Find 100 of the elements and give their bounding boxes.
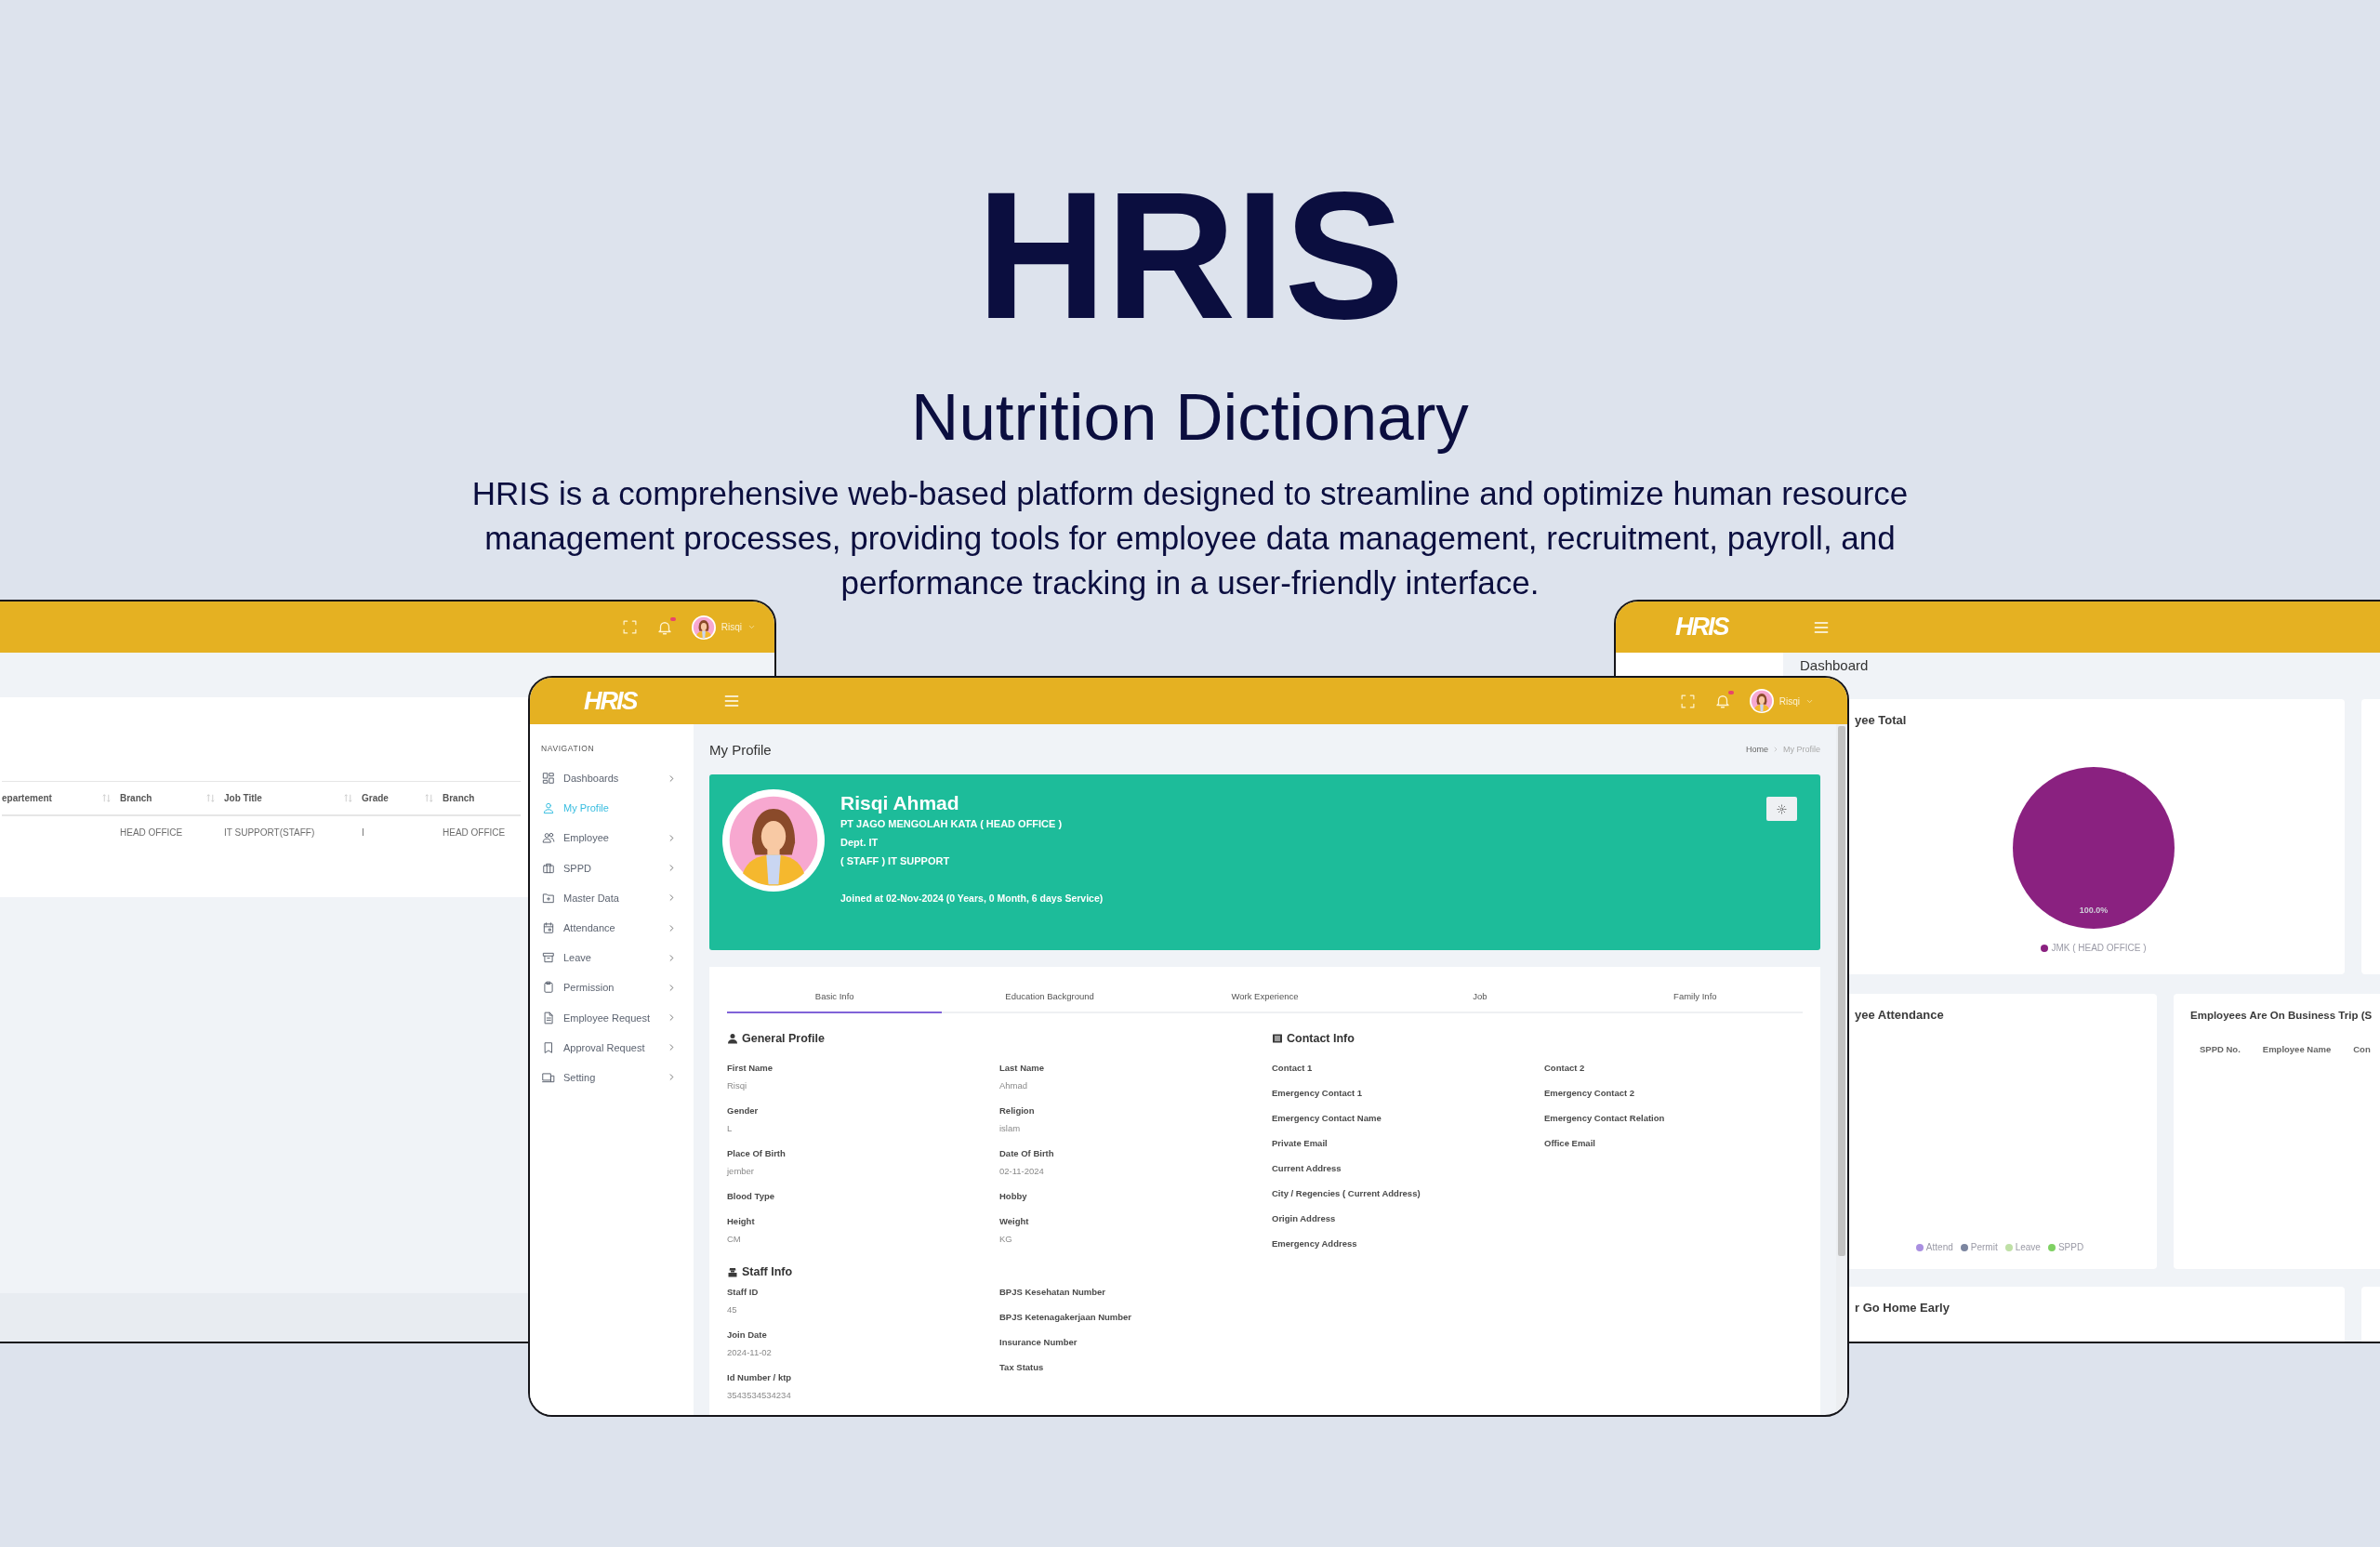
column-label: Job Title xyxy=(224,792,262,803)
section-title: General Profile xyxy=(742,1031,825,1047)
table-cell: I xyxy=(360,814,441,849)
field-label: Weight xyxy=(999,1215,1030,1228)
nav-item[interactable]: Employee Request xyxy=(539,1002,677,1033)
card-title: yee Total xyxy=(1855,712,1908,729)
nav-heading: NAVIGATION xyxy=(541,743,596,754)
field-value: 2024-11-02 xyxy=(727,1346,773,1359)
user-name: Risqi xyxy=(721,622,742,632)
column-header[interactable]: Job Title xyxy=(222,781,360,815)
profile-name: Risqi Ahmad xyxy=(840,792,960,814)
logo: HRIS xyxy=(584,688,637,714)
hero-title: HRIS xyxy=(976,165,1404,346)
nav-item[interactable]: Employee xyxy=(539,823,677,853)
nav-item[interactable]: Attendance xyxy=(539,912,677,944)
field-value: Ahmad xyxy=(999,1079,1029,1092)
column-header: Con xyxy=(2353,1044,2371,1054)
section-title: Staff Info xyxy=(742,1264,793,1280)
column-header: Employee Name xyxy=(2262,1044,2332,1054)
archive-icon xyxy=(542,951,555,965)
nav-item[interactable]: SPPD xyxy=(539,853,677,883)
page-title: My Profile xyxy=(709,741,772,758)
logo: HRIS xyxy=(1675,615,1728,640)
settings-button[interactable] xyxy=(1766,797,1797,821)
person-icon xyxy=(727,1033,738,1044)
column-header[interactable]: Grade xyxy=(360,781,441,815)
field-label: Join Date xyxy=(727,1329,768,1342)
field-label: Emergency Contact 2 xyxy=(1544,1087,1636,1100)
caret-icon xyxy=(747,623,756,631)
clipboard-icon xyxy=(542,981,555,995)
company-name: PT JAGO MENGOLAH KATA ( HEAD OFFICE ) xyxy=(840,817,1064,831)
job-position: ( STAFF ) IT SUPPORT xyxy=(840,854,951,868)
nav-item[interactable]: Permission xyxy=(539,972,677,1003)
column-header[interactable]: Branch xyxy=(118,781,222,815)
card-title: yee Attendance xyxy=(1855,1007,1945,1024)
field-label: Origin Address xyxy=(1272,1212,1337,1225)
devices-icon xyxy=(542,1070,555,1084)
breadcrumb-link[interactable]: Home xyxy=(1745,745,1768,754)
hero-description: HRIS is a comprehensive web-based platform designed to streamline and optimize human resource management processes, providing tools for employee data management, recruitment, payroll, and performance tracking in a user-friendly interface. xyxy=(470,474,1910,602)
sort-icon[interactable] xyxy=(425,792,433,803)
field-value: 45 xyxy=(727,1303,738,1316)
staff-icon xyxy=(727,1266,738,1277)
tab[interactable]: Basic Info xyxy=(727,967,943,1013)
nav-item[interactable]: Approval Request xyxy=(539,1032,677,1063)
card-title: r Go Home Early xyxy=(1855,1300,1950,1316)
folder-icon xyxy=(542,891,555,905)
sort-icon[interactable] xyxy=(206,792,215,803)
field-label: Current Address xyxy=(1272,1162,1342,1175)
fullscreen-icon[interactable] xyxy=(1679,693,1696,709)
field-value: 02-11-2024 xyxy=(999,1165,1045,1178)
table-cell: HEAD OFFICE xyxy=(118,814,222,849)
sort-icon[interactable] xyxy=(344,792,352,803)
data-label: 100.0% xyxy=(2079,906,2109,915)
tab[interactable]: Job xyxy=(1372,967,1588,1013)
field-value: 3543534534234 xyxy=(727,1389,792,1402)
bookmark-icon xyxy=(542,1040,555,1054)
tab[interactable]: Family Info xyxy=(1587,967,1804,1013)
avatar xyxy=(691,615,716,640)
field-label: Contact 2 xyxy=(1544,1062,1586,1075)
column-header: SPPD No. xyxy=(2200,1044,2241,1054)
field-label: First Name xyxy=(727,1062,774,1075)
nav-item[interactable]: Leave xyxy=(539,943,677,973)
field-label: Emergency Contact Name xyxy=(1272,1112,1382,1125)
field-label: Id Number / ktp xyxy=(727,1371,793,1384)
column-header[interactable]: epartement xyxy=(2,781,118,815)
scrollbar-thumb[interactable] xyxy=(1838,726,1845,1256)
tab[interactable]: Work Experience xyxy=(1157,967,1373,1013)
nav-item[interactable]: Dashboards xyxy=(539,763,677,794)
nav-item[interactable]: Master Data xyxy=(539,882,677,913)
grid-icon xyxy=(542,772,555,786)
column-label: Grade xyxy=(362,792,389,803)
field-label: Emergency Contact Relation xyxy=(1544,1112,1666,1125)
bell-icon[interactable] xyxy=(1713,693,1731,709)
briefcase-icon xyxy=(542,861,555,875)
calendar-icon xyxy=(542,921,555,935)
field-label: Gender xyxy=(727,1104,760,1117)
nav-item[interactable]: Setting xyxy=(539,1062,677,1093)
field-label: BPJS Ketenagakerjaan Number xyxy=(999,1311,1133,1324)
field-value: KG xyxy=(999,1233,1013,1246)
fullscreen-icon[interactable] xyxy=(621,619,638,635)
field-label: Tax Status xyxy=(999,1361,1045,1374)
join-date: Joined at 02-Nov-2024 (0 Years, 0 Month, 6 days Service) xyxy=(840,892,1104,906)
field-label: Date Of Birth xyxy=(999,1147,1055,1160)
tab[interactable]: Education Background xyxy=(942,967,1157,1013)
field-label: City / Regencies ( Current Address) xyxy=(1272,1187,1421,1200)
sort-icon[interactable] xyxy=(102,792,111,803)
field-label: Emergency Contact 1 xyxy=(1272,1087,1364,1100)
department: Dept. IT xyxy=(840,836,879,850)
field-label: BPJS Kesehatan Number xyxy=(999,1286,1107,1299)
users-icon xyxy=(542,831,555,845)
field-label: Last Name xyxy=(999,1062,1046,1075)
legend-label: JMK ( HEAD OFFICE ) xyxy=(2051,943,2147,953)
column-header[interactable]: Branch xyxy=(441,781,521,815)
list-icon xyxy=(1272,1033,1283,1044)
field-value: jember xyxy=(727,1165,756,1178)
avatar xyxy=(1749,689,1774,713)
field-label: Insurance Number xyxy=(999,1336,1078,1349)
page-title: Dashboard xyxy=(1800,656,1870,675)
column-label: Branch xyxy=(120,792,152,803)
field-label: Height xyxy=(727,1215,756,1228)
